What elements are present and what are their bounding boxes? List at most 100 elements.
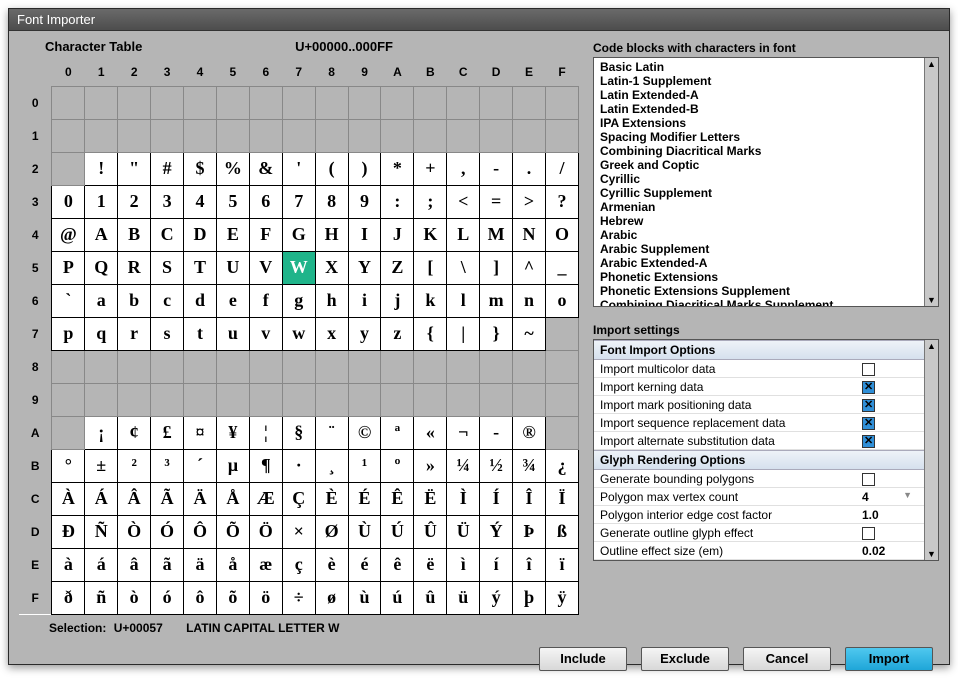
glyph-cell[interactable]: Ð <box>52 515 85 548</box>
checkbox[interactable] <box>862 473 875 486</box>
glyph-cell[interactable] <box>216 350 249 383</box>
codeblock-item[interactable]: Latin Extended-A <box>598 88 920 102</box>
glyph-cell[interactable]: v <box>249 317 282 350</box>
glyph-cell[interactable]: C <box>151 218 184 251</box>
glyph-cell[interactable]: B <box>118 218 151 251</box>
glyph-cell[interactable]: µ <box>216 449 249 482</box>
glyph-cell[interactable]: Ê <box>381 482 414 515</box>
glyph-cell[interactable]: G <box>282 218 315 251</box>
codeblock-item[interactable]: Arabic Supplement <box>598 242 920 256</box>
glyph-cell[interactable]: × <box>282 515 315 548</box>
glyph-cell[interactable]: / <box>545 152 578 185</box>
glyph-cell[interactable]: O <box>545 218 578 251</box>
glyph-cell[interactable] <box>184 383 217 416</box>
glyph-cell[interactable]: ÿ <box>545 581 578 614</box>
glyph-cell[interactable] <box>216 119 249 152</box>
glyph-cell[interactable]: ! <box>85 152 118 185</box>
codeblock-item[interactable]: Hebrew <box>598 214 920 228</box>
glyph-cell[interactable]: \ <box>447 251 480 284</box>
setting-value[interactable]: 4 <box>862 490 869 504</box>
glyph-cell[interactable]: N <box>513 218 546 251</box>
glyph-cell[interactable] <box>381 86 414 119</box>
glyph-cell[interactable]: ¬ <box>447 416 480 449</box>
glyph-cell[interactable]: Ñ <box>85 515 118 548</box>
glyph-cell[interactable]: & <box>249 152 282 185</box>
glyph-cell[interactable]: ½ <box>480 449 513 482</box>
glyph-cell[interactable]: Y <box>348 251 381 284</box>
glyph-cell[interactable]: W <box>282 251 315 284</box>
glyph-cell[interactable]: 1 <box>85 185 118 218</box>
glyph-cell[interactable]: ü <box>447 581 480 614</box>
glyph-cell[interactable]: ß <box>545 515 578 548</box>
glyph-cell[interactable]: * <box>381 152 414 185</box>
glyph-cell[interactable] <box>249 383 282 416</box>
glyph-cell[interactable]: ¹ <box>348 449 381 482</box>
glyph-cell[interactable]: Ì <box>447 482 480 515</box>
glyph-cell[interactable]: ] <box>480 251 513 284</box>
glyph-cell[interactable]: ù <box>348 581 381 614</box>
checkbox[interactable] <box>862 417 875 430</box>
glyph-cell[interactable] <box>249 119 282 152</box>
glyph-cell[interactable] <box>151 119 184 152</box>
glyph-cell[interactable] <box>414 86 447 119</box>
glyph-cell[interactable]: r <box>118 317 151 350</box>
glyph-cell[interactable]: o <box>545 284 578 317</box>
checkbox[interactable] <box>862 363 875 376</box>
glyph-cell[interactable]: k <box>414 284 447 317</box>
glyph-cell[interactable]: b <box>118 284 151 317</box>
glyph-cell[interactable]: Ô <box>184 515 217 548</box>
glyph-cell[interactable] <box>52 119 85 152</box>
glyph-cell[interactable]: Î <box>513 482 546 515</box>
glyph-cell[interactable]: 0 <box>52 185 85 218</box>
glyph-cell[interactable]: ´ <box>184 449 217 482</box>
glyph-cell[interactable] <box>118 350 151 383</box>
glyph-cell[interactable]: L <box>447 218 480 251</box>
glyph-cell[interactable]: _ <box>545 251 578 284</box>
glyph-cell[interactable]: 6 <box>249 185 282 218</box>
glyph-cell[interactable] <box>381 350 414 383</box>
glyph-cell[interactable]: @ <box>52 218 85 251</box>
glyph-cell[interactable] <box>348 86 381 119</box>
glyph-cell[interactable]: ñ <box>85 581 118 614</box>
glyph-cell[interactable]: ú <box>381 581 414 614</box>
glyph-cell[interactable]: º <box>381 449 414 482</box>
glyph-cell[interactable]: Ä <box>184 482 217 515</box>
glyph-cell[interactable]: í <box>480 548 513 581</box>
cancel-button[interactable]: Cancel <box>743 647 831 671</box>
glyph-cell[interactable]: 7 <box>282 185 315 218</box>
scrollbar[interactable]: ▲ ▼ <box>924 58 938 306</box>
glyph-cell[interactable]: ¡ <box>85 416 118 449</box>
glyph-cell[interactable]: ã <box>151 548 184 581</box>
glyph-cell[interactable]: ÷ <box>282 581 315 614</box>
scroll-up-icon[interactable]: ▲ <box>926 340 938 352</box>
dropdown-arrow-icon[interactable]: ▼ <box>903 490 912 500</box>
glyph-cell[interactable] <box>447 119 480 152</box>
glyph-cell[interactable] <box>447 383 480 416</box>
glyph-cell[interactable]: > <box>513 185 546 218</box>
glyph-cell[interactable]: ö <box>249 581 282 614</box>
glyph-cell[interactable]: w <box>282 317 315 350</box>
glyph-cell[interactable]: u <box>216 317 249 350</box>
glyph-cell[interactable] <box>480 119 513 152</box>
glyph-cell[interactable] <box>545 383 578 416</box>
glyph-cell[interactable]: Ù <box>348 515 381 548</box>
glyph-cell[interactable]: p <box>52 317 85 350</box>
glyph-cell[interactable]: È <box>315 482 348 515</box>
glyph-cell[interactable] <box>545 119 578 152</box>
glyph-cell[interactable] <box>282 383 315 416</box>
glyph-cell[interactable]: è <box>315 548 348 581</box>
glyph-cell[interactable]: X <box>315 251 348 284</box>
glyph-cell[interactable]: Ë <box>414 482 447 515</box>
glyph-cell[interactable]: Â <box>118 482 151 515</box>
checkbox[interactable] <box>862 381 875 394</box>
checkbox[interactable] <box>862 527 875 540</box>
glyph-cell[interactable]: A <box>85 218 118 251</box>
glyph-cell[interactable] <box>315 350 348 383</box>
codeblock-item[interactable]: Cyrillic <box>598 172 920 186</box>
glyph-cell[interactable]: I <box>348 218 381 251</box>
glyph-cell[interactable]: ç <box>282 548 315 581</box>
glyph-cell[interactable]: Û <box>414 515 447 548</box>
codeblock-item[interactable]: Phonetic Extensions <box>598 270 920 284</box>
glyph-cell[interactable]: z <box>381 317 414 350</box>
glyph-cell[interactable]: n <box>513 284 546 317</box>
